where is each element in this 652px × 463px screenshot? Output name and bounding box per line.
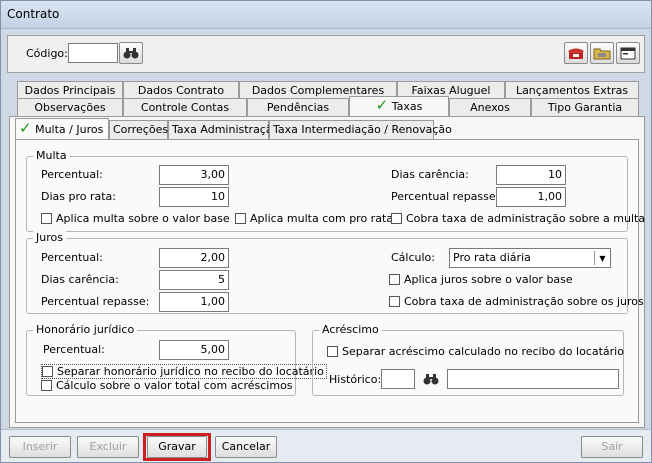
juros-group-title: Juros [33,231,66,244]
contrato-window: Contrato Código: Dados Principais Dados … [0,0,652,463]
chevron-down-icon[interactable]: ▼ [594,251,610,265]
subtab-multa-juros[interactable]: ✓ Multa / Juros [15,118,109,140]
subtab-correcoes[interactable]: Correções [109,120,168,140]
acrescimo-group: Acréscimo Separar acréscimo calculado no… [312,323,624,396]
juros-percentual-input[interactable]: 2,00 [159,248,229,268]
tab-pendencias[interactable]: Pendências [247,98,349,117]
juros-dias-carencia-label: Dias carência: [41,273,119,286]
checkbox-box [41,213,52,224]
folder-button[interactable] [590,42,614,64]
honorario-calculo-checkbox[interactable]: Cálculo sobre o valor total com acréscim… [41,379,293,392]
multa-dias-carencia-input[interactable]: 10 [496,165,566,185]
multa-valor-base-label: Aplica multa sobre o valor base [56,212,230,225]
phone-icon [568,48,584,59]
honorario-group-title: Honorário jurídico [33,323,138,336]
juros-percentual-label: Percentual: [41,251,103,264]
juros-valor-base-label: Aplica juros sobre o valor base [404,273,573,286]
multa-percentual-repasse-input[interactable]: 1,00 [496,187,566,207]
acrescimo-separar-label: Separar acréscimo calculado no recibo do… [342,345,624,358]
honorario-separar-label: Separar honorário jurídico no recibo do … [57,365,324,378]
multa-percentual-input[interactable]: 3,00 [159,165,229,185]
multa-cobra-taxa-checkbox[interactable]: Cobra taxa de administração sobre a mult… [391,212,645,225]
folder-icon [593,48,611,60]
multa-group: Multa Percentual: 3,00 Dias pro rata: 10… [26,149,645,232]
juros-percentual-repasse-input[interactable]: 1,00 [159,292,229,312]
juros-group: Juros Percentual: 2,00 Dias carência: 5 … [26,231,644,314]
tab-anexos[interactable]: Anexos [449,98,531,117]
search-codigo-button[interactable] [119,42,143,64]
checkbox-box [42,366,53,377]
check-icon: ✓ [375,96,389,114]
checkbox-box [389,274,400,285]
acrescimo-historico-label: Histórico: [329,373,382,386]
codigo-input[interactable] [68,43,118,63]
tab-tipo-garantia[interactable]: Tipo Garantia [531,98,639,117]
multa-valor-base-checkbox[interactable]: Aplica multa sobre o valor base [41,212,230,225]
search-historico-button[interactable] [419,370,443,388]
juros-calculo-value: Pro rata diária [453,251,531,264]
multa-percentual-label: Percentual: [41,168,103,181]
juros-calculo-label: Cálculo: [391,251,435,264]
inserir-button[interactable]: Inserir [9,436,71,458]
juros-valor-base-checkbox[interactable]: Aplica juros sobre o valor base [389,273,573,286]
window-title: Contrato [7,7,60,21]
multa-percentual-repasse-label: Percentual repasse: [391,190,500,203]
juros-dias-carencia-input[interactable]: 5 [159,270,229,290]
checkbox-box [235,213,246,224]
multa-group-title: Multa [33,149,70,162]
cancelar-button[interactable]: Cancelar [215,436,277,458]
juros-calculo-select[interactable]: Pro rata diária ▼ [449,248,611,268]
checkbox-box [41,380,52,391]
codigo-label: Código: [26,47,68,60]
checkbox-box [327,346,338,357]
acrescimo-group-title: Acréscimo [319,323,382,336]
acrescimo-historico-description-input[interactable] [447,369,619,389]
gravar-button[interactable]: Gravar [147,436,207,458]
multa-dias-carencia-label: Dias carência: [391,168,469,181]
window-button[interactable] [616,42,640,64]
sair-button[interactable]: Sair [581,436,643,458]
honorario-calculo-label: Cálculo sobre o valor total com acréscim… [56,379,293,392]
subtab-multa-juros-label: Multa / Juros [35,123,104,136]
excluir-button[interactable]: Excluir [77,436,139,458]
multa-dias-pro-rata-input[interactable]: 10 [159,187,229,207]
acrescimo-separar-checkbox[interactable]: Separar acréscimo calculado no recibo do… [327,345,624,358]
tab-taxas-label: Taxas [391,100,423,113]
title-bar: Contrato [1,1,651,29]
tab-observacoes[interactable]: Observações [17,98,123,117]
juros-percentual-repasse-label: Percentual repasse: [41,295,150,308]
multa-cobra-taxa-label: Cobra taxa de administração sobre a mult… [406,212,646,225]
phone-button[interactable] [564,42,588,64]
checkbox-box [389,296,400,307]
multa-dias-pro-rata-label: Dias pro rata: [41,190,117,203]
tab-taxas[interactable]: ✓ Taxas [349,96,449,116]
multa-pro-rata-label: Aplica multa com pro rata [250,212,393,225]
subtab-taxa-intermediacao[interactable]: Taxa Intermediação / Renovação [269,120,452,140]
subtab-taxa-administracao[interactable]: Taxa Administração [168,120,279,140]
header-bar: Código: [7,35,645,73]
check-icon: ✓ [19,119,32,137]
honorario-separar-checkbox[interactable]: Separar honorário jurídico no recibo do … [41,364,327,379]
acrescimo-historico-code-input[interactable] [381,369,415,389]
juros-cobra-taxa-label: Cobra taxa de administração sobre os jur… [404,295,644,308]
multa-pro-rata-checkbox[interactable]: Aplica multa com pro rata [235,212,393,225]
bottom-bar: Inserir Excluir Gravar Cancelar Sair [1,429,651,462]
binoculars-icon [123,48,139,59]
honorario-percentual-label: Percentual: [43,343,105,356]
binoculars-icon [423,374,439,385]
multa-juros-panel: Multa Percentual: 3,00 Dias pro rata: 10… [15,139,645,423]
window-icon [620,47,636,59]
juros-cobra-taxa-checkbox[interactable]: Cobra taxa de administração sobre os jur… [389,295,644,308]
honorario-group: Honorário jurídico Percentual: 5,00 Sepa… [26,323,327,396]
tab-controle-contas[interactable]: Controle Contas [123,98,247,117]
checkbox-box [391,213,402,224]
honorario-percentual-input[interactable]: 5,00 [159,340,229,360]
